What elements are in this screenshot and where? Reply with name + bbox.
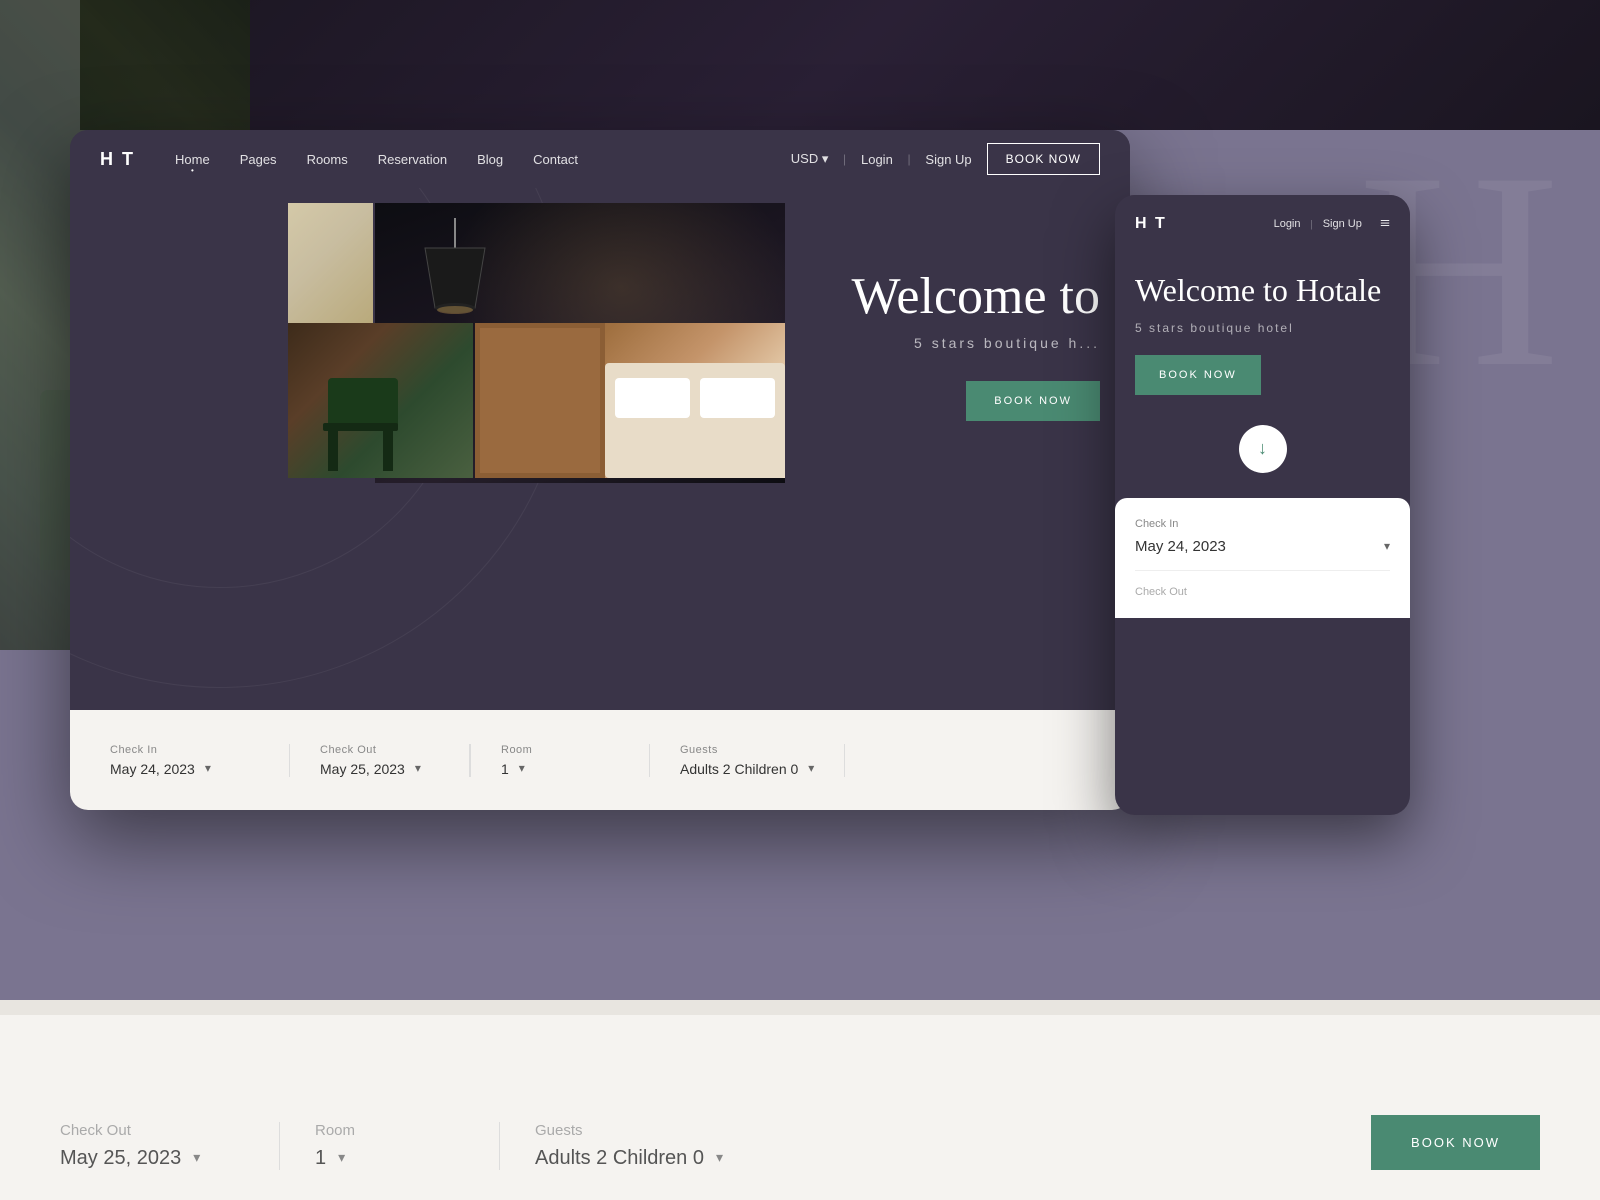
bottom-checkout-value: May 25, 2023 bbox=[60, 1147, 181, 1170]
nav-link-pages[interactable]: Pages bbox=[240, 152, 277, 167]
hero-book-now-button[interactable]: BOOK NOW bbox=[966, 381, 1100, 421]
mobile-menu-icon[interactable]: ≡ bbox=[1380, 213, 1390, 234]
checkin-arrow[interactable]: ▾ bbox=[205, 761, 211, 776]
bottom-guests-value: Adults 2 Children 0 bbox=[535, 1147, 704, 1170]
mobile-scroll-button[interactable]: ↓ bbox=[1239, 425, 1287, 473]
guests-field: Guests Adults 2 Children 0 ▾ bbox=[650, 744, 845, 777]
desktop-logo: H T bbox=[100, 149, 135, 170]
signup-link[interactable]: Sign Up bbox=[925, 152, 971, 167]
checkin-value: May 24, 2023 bbox=[110, 761, 195, 777]
book-now-nav-button[interactable]: BOOK NOW bbox=[987, 143, 1100, 175]
bottom-room-arrow[interactable]: ▾ bbox=[338, 1150, 345, 1167]
desktop-mockup: H T Home Pages Rooms Reservation Blog Co… bbox=[70, 130, 1130, 810]
hero-subtitle: 5 stars boutique h... bbox=[852, 335, 1101, 351]
mobile-checkin-arrow[interactable]: ▾ bbox=[1384, 539, 1390, 554]
bed-svg bbox=[475, 323, 785, 478]
mobile-hero: Welcome to Hotale 5 stars boutique hotel… bbox=[1115, 252, 1410, 473]
checkin-label: Check In bbox=[110, 744, 259, 756]
bottom-guests-field: Guests Adults 2 Children 0 ▾ bbox=[500, 1122, 758, 1170]
bottom-room-field: Room 1 ▾ bbox=[280, 1122, 500, 1170]
hero-room-image-bottom-right bbox=[475, 323, 785, 478]
bottom-checkout-label: Check Out bbox=[60, 1122, 244, 1139]
hero-title: Welcome to bbox=[852, 268, 1101, 325]
guests-value: Adults 2 Children 0 bbox=[680, 761, 798, 777]
checkout-label: Check Out bbox=[320, 744, 439, 756]
mobile-signup-link[interactable]: Sign Up bbox=[1323, 218, 1362, 230]
mobile-subtitle: 5 stars boutique hotel bbox=[1135, 321, 1390, 335]
mobile-navbar: H T Login | Sign Up ≡ bbox=[1115, 195, 1410, 252]
mobile-nav-right: Login | Sign Up ≡ bbox=[1274, 213, 1390, 234]
room-arrow[interactable]: ▾ bbox=[519, 761, 525, 776]
mobile-book-now-button[interactable]: BOOK NOW bbox=[1135, 355, 1261, 395]
room-field: Room 1 ▾ bbox=[470, 744, 650, 777]
mobile-login-link[interactable]: Login bbox=[1274, 218, 1301, 230]
currency-selector[interactable]: USD ▾ bbox=[791, 151, 829, 167]
guests-label: Guests bbox=[680, 744, 814, 756]
nav-link-home[interactable]: Home bbox=[175, 152, 210, 167]
desktop-booking-bar: Check In May 24, 2023 ▾ Check Out May 25… bbox=[70, 710, 1130, 810]
mobile-mockup: H T Login | Sign Up ≡ Welcome to Hotale … bbox=[1115, 195, 1410, 815]
desktop-navbar: H T Home Pages Rooms Reservation Blog Co… bbox=[70, 130, 1130, 188]
bottom-checkout-arrow[interactable]: ▾ bbox=[193, 1150, 200, 1167]
mobile-logo: H T bbox=[1135, 215, 1274, 233]
login-link[interactable]: Login bbox=[861, 152, 893, 167]
mobile-booking-section: Check In May 24, 2023 ▾ Check Out bbox=[1115, 498, 1410, 618]
bottom-room-value: 1 bbox=[315, 1147, 326, 1170]
chair-svg bbox=[308, 358, 448, 478]
nav-link-blog[interactable]: Blog bbox=[477, 152, 503, 167]
desktop-nav-links: Home Pages Rooms Reservation Blog Contac… bbox=[175, 152, 791, 167]
hero-room-image-bottom-left bbox=[288, 323, 473, 478]
scroll-down-icon: ↓ bbox=[1258, 438, 1267, 459]
mobile-checkin-value: May 24, 2023 bbox=[1135, 538, 1226, 555]
bottom-checkout-field: Check Out May 25, 2023 ▾ bbox=[60, 1122, 280, 1170]
checkout-value: May 25, 2023 bbox=[320, 761, 405, 777]
checkout-field: Check Out May 25, 2023 ▾ bbox=[290, 744, 470, 777]
room-label: Room bbox=[501, 744, 619, 756]
checkin-field: Check In May 24, 2023 ▾ bbox=[110, 744, 290, 777]
guests-arrow[interactable]: ▾ bbox=[808, 761, 814, 776]
mobile-checkout-label: Check Out bbox=[1135, 586, 1390, 598]
desktop-nav-right: USD ▾ | Login | Sign Up BOOK NOW bbox=[791, 143, 1100, 175]
bottom-book-now-button[interactable]: BOOK NOW bbox=[1371, 1115, 1540, 1170]
bottom-guests-label: Guests bbox=[535, 1122, 723, 1139]
hero-room-image-top-left bbox=[288, 203, 373, 333]
nav-link-reservation[interactable]: Reservation bbox=[378, 152, 447, 167]
desktop-hero: Welcome to 5 stars boutique h... BOOK NO… bbox=[70, 188, 1130, 710]
hero-welcome-text: Welcome to 5 stars boutique h... BOOK NO… bbox=[852, 268, 1101, 421]
bottom-guests-arrow[interactable]: ▾ bbox=[716, 1150, 723, 1167]
nav-link-contact[interactable]: Contact bbox=[533, 152, 578, 167]
mobile-checkin-label: Check In bbox=[1135, 518, 1390, 530]
bottom-booking-bar: Check Out May 25, 2023 ▾ Room 1 ▾ Guests… bbox=[0, 1015, 1600, 1200]
nav-link-rooms[interactable]: Rooms bbox=[307, 152, 348, 167]
room-value: 1 bbox=[501, 761, 509, 777]
bottom-room-label: Room bbox=[315, 1122, 464, 1139]
bg-top-dark bbox=[80, 0, 1600, 130]
checkout-arrow[interactable]: ▾ bbox=[415, 761, 421, 776]
mobile-title: Welcome to Hotale bbox=[1135, 272, 1390, 309]
